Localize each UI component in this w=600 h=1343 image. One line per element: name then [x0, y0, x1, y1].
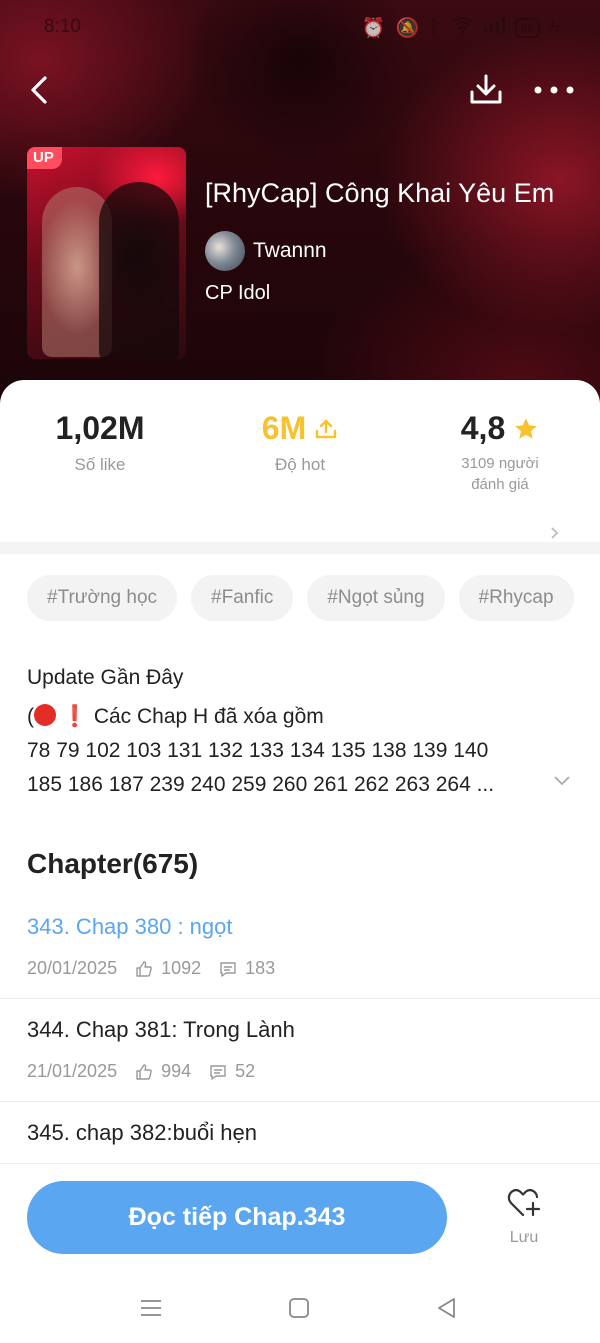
chapter-comments: 52 — [235, 1061, 256, 1081]
thumb-up-icon — [136, 1063, 152, 1080]
back-icon — [31, 76, 47, 104]
chapter-row[interactable]: 343. Chap 380 : ngọt 20/01/2025 1092 183 — [0, 914, 600, 999]
status-bar: 8:10 ⏰ 🔕 ᛒ 96 ϟ — [0, 10, 600, 44]
comment-icon — [220, 961, 236, 977]
red-circle-icon — [34, 704, 56, 726]
download-icon — [470, 74, 502, 104]
up-badge: UP — [27, 147, 62, 169]
chevron-down-icon[interactable] — [553, 775, 571, 787]
update-description[interactable]: ( ❗ Các Chap H đã xóa gồm 78 79 102 103 … — [27, 700, 494, 802]
status-time: 8:10 — [44, 16, 81, 37]
rating-sub-label: đánh giá — [471, 476, 529, 493]
chapter-date: 21/01/2025 — [27, 1061, 118, 1081]
chapter-title[interactable]: 343. Chap 380 : ngọt — [27, 914, 233, 940]
battery-icon: 96 — [514, 18, 540, 38]
signal-icon — [483, 17, 505, 39]
chapter-comments: 183 — [245, 958, 276, 978]
hot-label: Độ hot — [274, 455, 326, 474]
chevron-right-icon[interactable] — [548, 526, 562, 540]
upload-icon — [316, 419, 337, 438]
chapter-likes: 994 — [161, 1061, 192, 1081]
menu-icon[interactable] — [138, 1295, 164, 1321]
chapter-title[interactable]: 345. chap 382:buổi hẹn — [27, 1120, 257, 1146]
exclamation-icon: ❗ — [61, 705, 88, 728]
stat-hot[interactable]: 6M Độ hot — [200, 410, 400, 475]
system-nav-bar — [0, 1273, 600, 1343]
download-button[interactable] — [466, 70, 506, 110]
stats-row: 1,02M Số like 6M Độ hot 4,8 3109 người đ… — [0, 410, 600, 539]
chapter-row[interactable]: 344. Chap 381: Trong Lành 21/01/2025 994… — [0, 1017, 600, 1102]
save-button[interactable]: Lưu — [494, 1186, 554, 1256]
star-icon — [515, 417, 538, 439]
avatar[interactable] — [205, 231, 245, 271]
book-cover[interactable]: UP — [27, 147, 186, 359]
charging-icon: ϟ — [549, 17, 560, 38]
back-triangle-icon[interactable] — [434, 1295, 460, 1321]
header-hero: 8:10 ⏰ 🔕 ᛒ 96 ϟ UP [RhyCap] Công Khai Yê… — [0, 0, 600, 420]
more-button[interactable] — [532, 76, 576, 104]
hot-value: 6M — [261, 410, 307, 446]
likes-value: 1,02M — [55, 410, 145, 446]
home-square-icon[interactable] — [286, 1295, 312, 1321]
alarm-icon: ⏰ — [361, 18, 386, 39]
continue-reading-button[interactable]: Đọc tiếp Chap.343 — [27, 1181, 447, 1254]
heart-plus-icon — [507, 1188, 541, 1217]
tag-item[interactable]: #Fanfic — [191, 575, 294, 621]
author-row[interactable]: Twannn — [205, 231, 327, 271]
bluetooth-icon: ᛒ — [429, 17, 441, 38]
book-title: [RhyCap] Công Khai Yêu Em — [205, 178, 555, 208]
comment-icon — [210, 1064, 226, 1080]
chapter-date: 20/01/2025 — [27, 958, 118, 978]
chapter-heading[interactable]: Chapter(675) — [27, 848, 198, 880]
rating-count-label: 3109 người — [461, 455, 539, 472]
thumb-up-icon — [136, 960, 152, 977]
update-title: Update Gần Đây — [27, 666, 184, 689]
tag-list: #Trường học #Fanfic #Ngọt sủng #Rhycap — [27, 575, 574, 621]
save-label: Lưu — [509, 1229, 539, 1246]
back-button[interactable] — [22, 70, 62, 110]
stat-rating[interactable]: 4,8 3109 người đánh giá — [400, 410, 600, 495]
wifi-icon — [450, 16, 473, 40]
stat-likes: 1,02M Số like — [0, 410, 200, 475]
bottom-action-bar: Đọc tiếp Chap.343 Lưu — [0, 1163, 600, 1273]
chapter-likes: 1092 — [161, 958, 202, 978]
author-name[interactable]: Twannn — [253, 239, 327, 263]
rating-value: 4,8 — [460, 410, 506, 446]
tag-item[interactable]: #Ngọt sủng — [307, 575, 445, 621]
more-icon — [534, 86, 574, 94]
mute-icon: 🔕 — [395, 18, 420, 39]
tag-item[interactable]: #Trường học — [27, 575, 178, 621]
divider — [0, 542, 600, 554]
chapter-title[interactable]: 344. Chap 381: Trong Lành — [27, 1017, 295, 1043]
likes-label: Số like — [74, 455, 126, 474]
book-category[interactable]: CP Idol — [205, 282, 270, 305]
tag-item[interactable]: #Rhycap — [458, 575, 574, 621]
